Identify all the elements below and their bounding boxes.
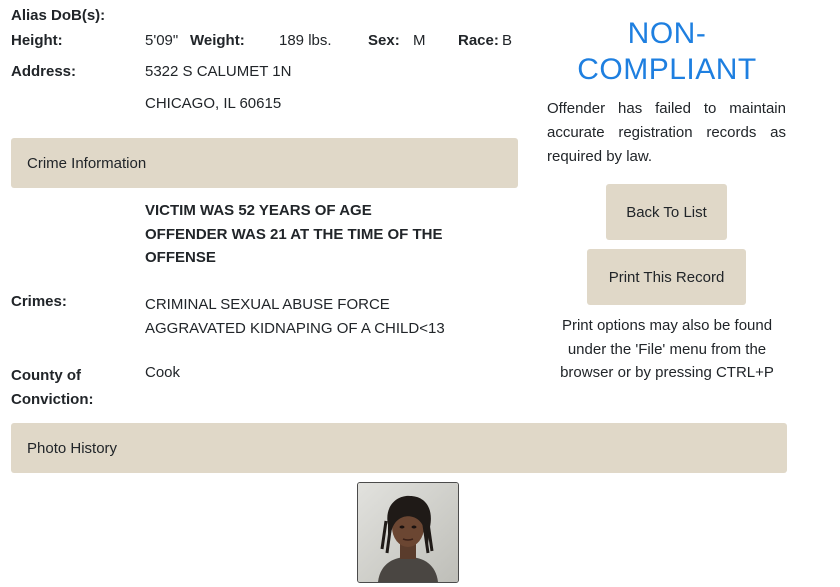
height-label: Height: bbox=[11, 32, 63, 49]
race-label: Race: bbox=[458, 32, 499, 49]
crime-item: AGGRAVATED KIDNAPING OF A CHILD<13 bbox=[145, 319, 445, 337]
crime-note-line: VICTIM WAS 52 YEARS OF AGE bbox=[145, 202, 372, 219]
sex-label: Sex: bbox=[368, 32, 400, 49]
county-of-conviction-label: County of Conviction: bbox=[11, 364, 94, 411]
back-to-list-button[interactable]: Back To List bbox=[606, 184, 727, 240]
alias-dob-label: Alias DoB(s): bbox=[11, 7, 106, 24]
weight-label: Weight: bbox=[190, 32, 245, 49]
crime-note-line: OFFENDER WAS 21 AT THE TIME OF THE bbox=[145, 225, 443, 243]
compliance-notice: Offender has failed to maintain accurate… bbox=[547, 100, 786, 165]
status-line2: COMPLIANT bbox=[577, 53, 757, 86]
offender-photo-image bbox=[358, 483, 458, 582]
status-line1: NON- bbox=[627, 17, 707, 50]
sex-value: M bbox=[413, 32, 426, 49]
photo-history-title: Photo History bbox=[27, 439, 118, 457]
address-label: Address: bbox=[11, 63, 77, 80]
crime-notes: VICTIM WAS 52 YEARS OF AGE OFFENDER WAS … bbox=[145, 199, 443, 270]
county-value: Cook bbox=[145, 364, 181, 381]
race-value: B bbox=[502, 32, 513, 49]
crime-note-line: OFFENSE bbox=[145, 249, 216, 266]
address-line1: 5322 S CALUMET 1N bbox=[145, 63, 292, 80]
crimes-label: Crimes: bbox=[11, 293, 67, 310]
print-record-button[interactable]: Print This Record bbox=[587, 249, 746, 305]
compliance-status: NON- COMPLIANT bbox=[547, 16, 787, 88]
weight-value: 189 lbs. bbox=[279, 32, 332, 49]
address-line2: CHICAGO, IL 60615 bbox=[145, 95, 282, 112]
crime-information-header: Crime Information bbox=[11, 138, 518, 188]
height-value: 5'09" bbox=[145, 32, 179, 49]
print-options-hint: Print options may also be found under th… bbox=[560, 317, 774, 381]
offender-photo-thumbnail[interactable] bbox=[357, 482, 459, 583]
crime-item: CRIMINAL SEXUAL ABUSE FORCE bbox=[145, 296, 390, 313]
crime-information-title: Crime Information bbox=[27, 154, 147, 172]
crimes-list: CRIMINAL SEXUAL ABUSE FORCE AGGRAVATED K… bbox=[145, 293, 445, 340]
county-label-line2: Conviction: bbox=[11, 390, 94, 408]
county-label-line1: County of bbox=[11, 367, 81, 384]
photo-history-header: Photo History bbox=[11, 423, 787, 473]
